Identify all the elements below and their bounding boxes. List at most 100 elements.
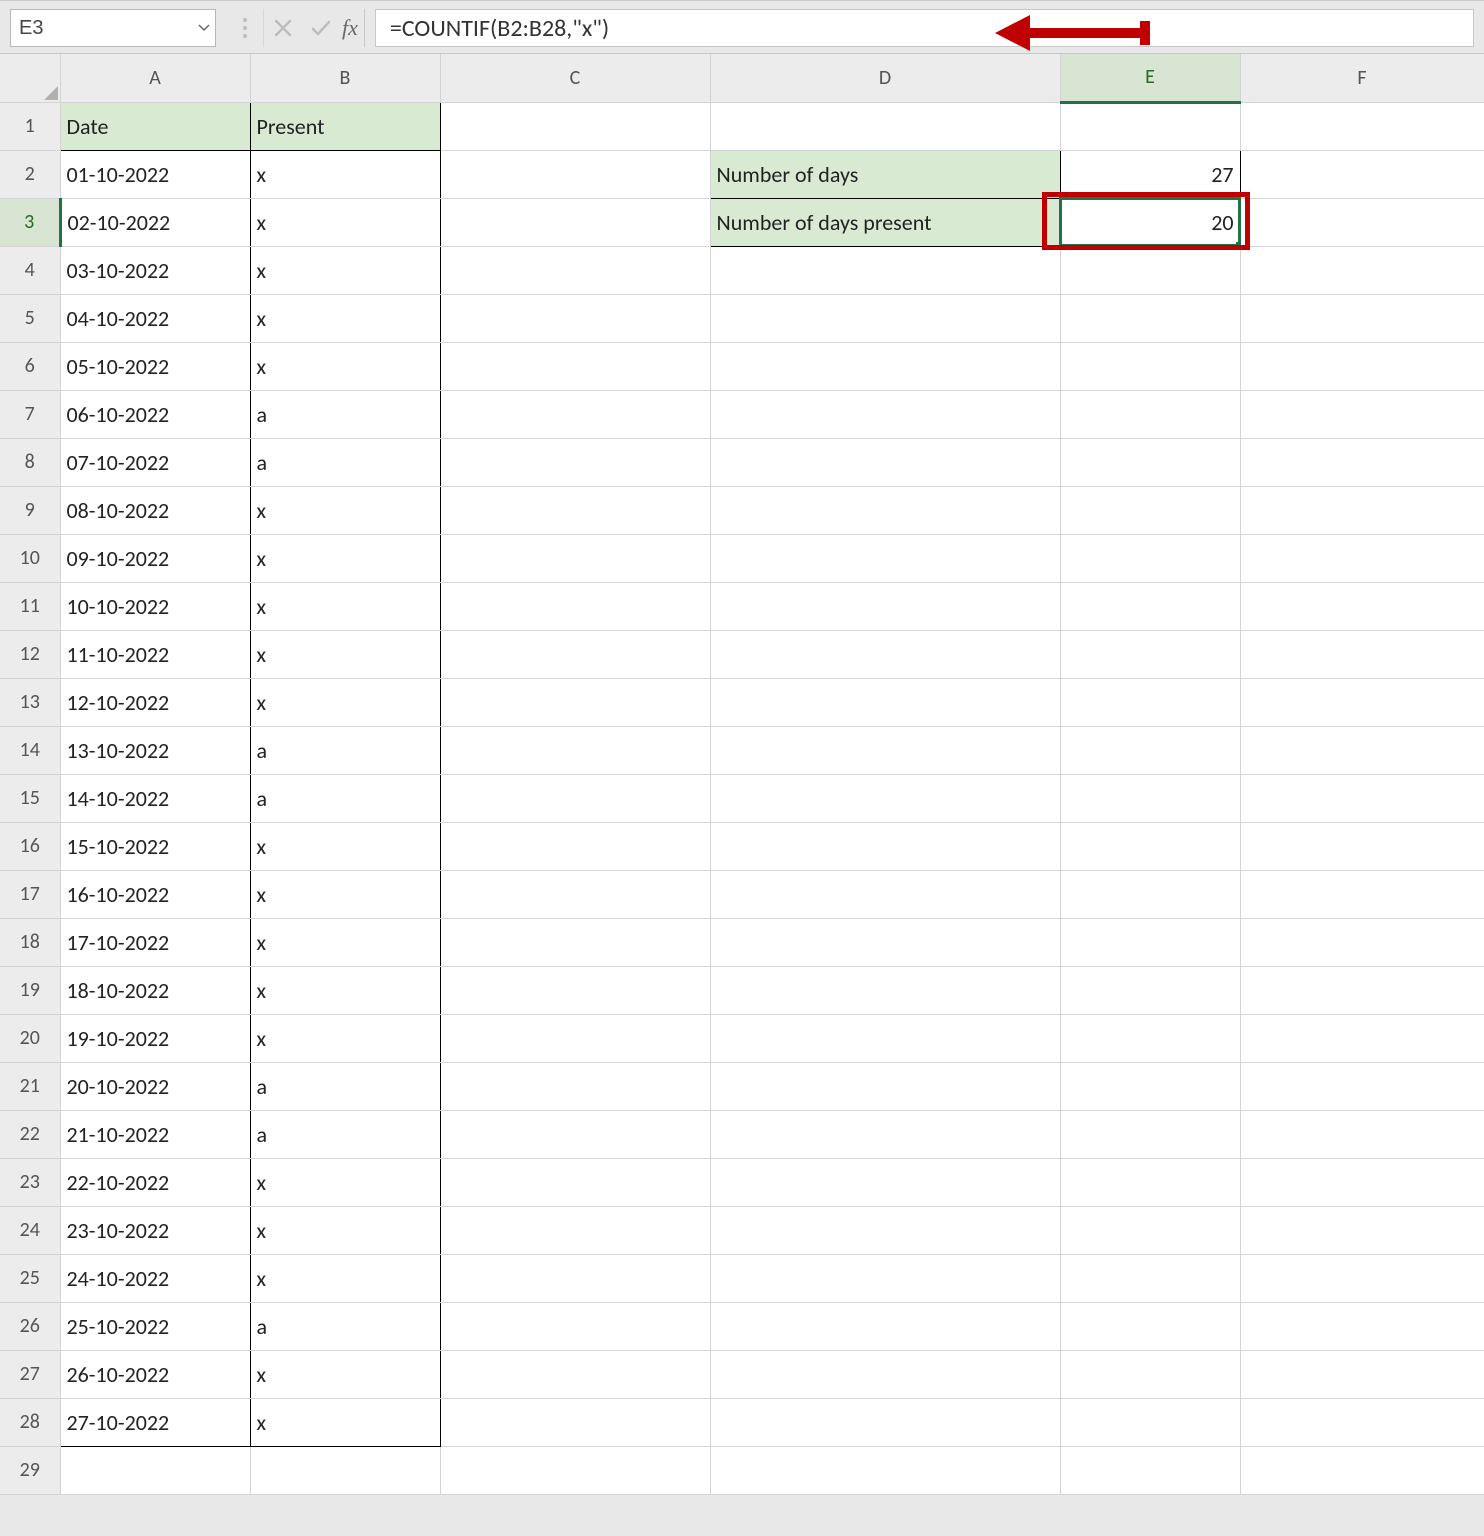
row-header-29[interactable]: 29 bbox=[0, 1446, 60, 1494]
cell-C27[interactable] bbox=[440, 1350, 710, 1398]
name-box[interactable] bbox=[10, 9, 216, 47]
cell-A3[interactable]: 02-10-2022 bbox=[60, 198, 250, 246]
column-header-E[interactable]: E bbox=[1060, 54, 1240, 102]
cell-A1[interactable]: Date bbox=[60, 102, 250, 150]
row-header-1[interactable]: 1 bbox=[0, 102, 60, 150]
cell-E27[interactable] bbox=[1060, 1350, 1240, 1398]
cell-C10[interactable] bbox=[440, 534, 710, 582]
cell-F14[interactable] bbox=[1240, 726, 1484, 774]
cell-C6[interactable] bbox=[440, 342, 710, 390]
cell-E4[interactable] bbox=[1060, 246, 1240, 294]
cell-B6[interactable]: x bbox=[250, 342, 440, 390]
cell-C3[interactable] bbox=[440, 198, 710, 246]
cell-A8[interactable]: 07-10-2022 bbox=[60, 438, 250, 486]
cell-F6[interactable] bbox=[1240, 342, 1484, 390]
cell-E26[interactable] bbox=[1060, 1302, 1240, 1350]
cell-A4[interactable]: 03-10-2022 bbox=[60, 246, 250, 294]
cell-D20[interactable] bbox=[710, 1014, 1060, 1062]
cell-D9[interactable] bbox=[710, 486, 1060, 534]
cell-B9[interactable]: x bbox=[250, 486, 440, 534]
cell-C2[interactable] bbox=[440, 150, 710, 198]
cell-C26[interactable] bbox=[440, 1302, 710, 1350]
cell-B16[interactable]: x bbox=[250, 822, 440, 870]
cell-D21[interactable] bbox=[710, 1062, 1060, 1110]
cell-F17[interactable] bbox=[1240, 870, 1484, 918]
cell-A11[interactable]: 10-10-2022 bbox=[60, 582, 250, 630]
cell-A25[interactable]: 24-10-2022 bbox=[60, 1254, 250, 1302]
cell-E2[interactable]: 27 bbox=[1060, 150, 1240, 198]
row-header-24[interactable]: 24 bbox=[0, 1206, 60, 1254]
cell-E17[interactable] bbox=[1060, 870, 1240, 918]
cell-F2[interactable] bbox=[1240, 150, 1484, 198]
cell-E21[interactable] bbox=[1060, 1062, 1240, 1110]
cell-D10[interactable] bbox=[710, 534, 1060, 582]
cell-C8[interactable] bbox=[440, 438, 710, 486]
cell-D17[interactable] bbox=[710, 870, 1060, 918]
cell-E5[interactable] bbox=[1060, 294, 1240, 342]
cell-A19[interactable]: 18-10-2022 bbox=[60, 966, 250, 1014]
row-header-16[interactable]: 16 bbox=[0, 822, 60, 870]
row-header-11[interactable]: 11 bbox=[0, 582, 60, 630]
cell-D4[interactable] bbox=[710, 246, 1060, 294]
cell-D12[interactable] bbox=[710, 630, 1060, 678]
cell-E8[interactable] bbox=[1060, 438, 1240, 486]
cell-B8[interactable]: a bbox=[250, 438, 440, 486]
cell-D1[interactable] bbox=[710, 102, 1060, 150]
row-header-17[interactable]: 17 bbox=[0, 870, 60, 918]
cell-F4[interactable] bbox=[1240, 246, 1484, 294]
row-header-2[interactable]: 2 bbox=[0, 150, 60, 198]
cell-F3[interactable] bbox=[1240, 198, 1484, 246]
name-box-input[interactable] bbox=[11, 10, 194, 46]
row-header-20[interactable]: 20 bbox=[0, 1014, 60, 1062]
cell-E16[interactable] bbox=[1060, 822, 1240, 870]
cell-D24[interactable] bbox=[710, 1206, 1060, 1254]
cell-A28[interactable]: 27-10-2022 bbox=[60, 1398, 250, 1446]
cell-F13[interactable] bbox=[1240, 678, 1484, 726]
cell-A2[interactable]: 01-10-2022 bbox=[60, 150, 250, 198]
cell-B14[interactable]: a bbox=[250, 726, 440, 774]
cell-C16[interactable] bbox=[440, 822, 710, 870]
cell-E18[interactable] bbox=[1060, 918, 1240, 966]
cell-E10[interactable] bbox=[1060, 534, 1240, 582]
cell-D13[interactable] bbox=[710, 678, 1060, 726]
row-header-7[interactable]: 7 bbox=[0, 390, 60, 438]
cell-D26[interactable] bbox=[710, 1302, 1060, 1350]
cell-C20[interactable] bbox=[440, 1014, 710, 1062]
cell-E20[interactable] bbox=[1060, 1014, 1240, 1062]
cell-C19[interactable] bbox=[440, 966, 710, 1014]
cell-E24[interactable] bbox=[1060, 1206, 1240, 1254]
column-header-B[interactable]: B bbox=[250, 54, 440, 102]
cell-F12[interactable] bbox=[1240, 630, 1484, 678]
cell-F24[interactable] bbox=[1240, 1206, 1484, 1254]
cell-F7[interactable] bbox=[1240, 390, 1484, 438]
cell-E1[interactable] bbox=[1060, 102, 1240, 150]
cell-F28[interactable] bbox=[1240, 1398, 1484, 1446]
cell-B17[interactable]: x bbox=[250, 870, 440, 918]
cell-A6[interactable]: 05-10-2022 bbox=[60, 342, 250, 390]
cell-D3[interactable]: Number of days present bbox=[710, 198, 1060, 246]
cell-F19[interactable] bbox=[1240, 966, 1484, 1014]
formula-input[interactable]: =COUNTIF(B2:B28,"x") bbox=[375, 9, 1474, 47]
cell-D28[interactable] bbox=[710, 1398, 1060, 1446]
cell-C1[interactable] bbox=[440, 102, 710, 150]
cell-B21[interactable]: a bbox=[250, 1062, 440, 1110]
cell-B13[interactable]: x bbox=[250, 678, 440, 726]
column-header-F[interactable]: F bbox=[1240, 54, 1484, 102]
cell-F8[interactable] bbox=[1240, 438, 1484, 486]
cell-A23[interactable]: 22-10-2022 bbox=[60, 1158, 250, 1206]
row-header-18[interactable]: 18 bbox=[0, 918, 60, 966]
cell-F27[interactable] bbox=[1240, 1350, 1484, 1398]
cell-A26[interactable]: 25-10-2022 bbox=[60, 1302, 250, 1350]
cell-C24[interactable] bbox=[440, 1206, 710, 1254]
cell-F21[interactable] bbox=[1240, 1062, 1484, 1110]
cell-A5[interactable]: 04-10-2022 bbox=[60, 294, 250, 342]
row-header-13[interactable]: 13 bbox=[0, 678, 60, 726]
cell-C23[interactable] bbox=[440, 1158, 710, 1206]
cell-B27[interactable]: x bbox=[250, 1350, 440, 1398]
cell-D8[interactable] bbox=[710, 438, 1060, 486]
cell-D15[interactable] bbox=[710, 774, 1060, 822]
cell-C11[interactable] bbox=[440, 582, 710, 630]
cell-A21[interactable]: 20-10-2022 bbox=[60, 1062, 250, 1110]
cell-F1[interactable] bbox=[1240, 102, 1484, 150]
row-header-25[interactable]: 25 bbox=[0, 1254, 60, 1302]
